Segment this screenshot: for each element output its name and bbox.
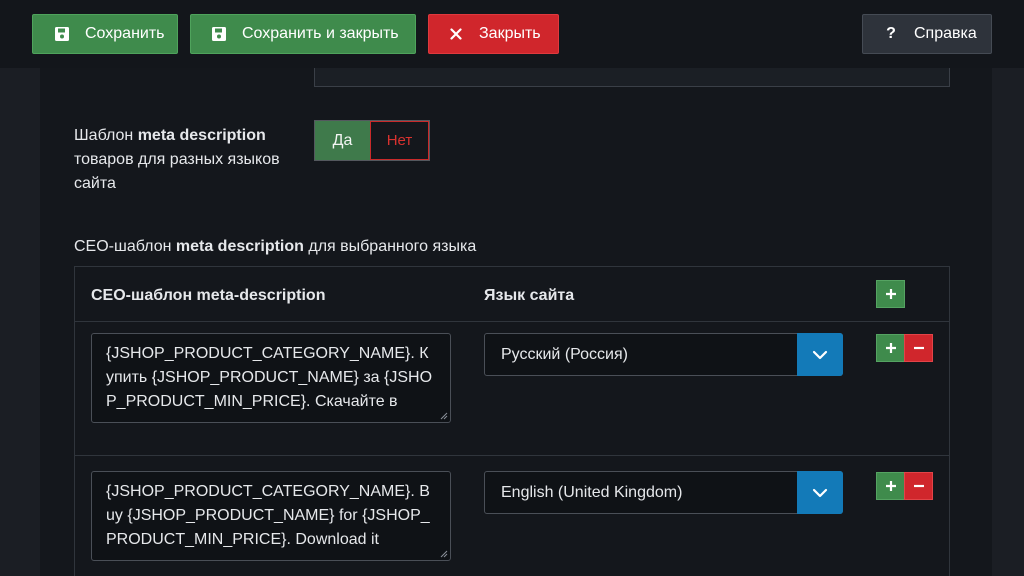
help-button-label: Справка (914, 25, 977, 42)
section-title-bold: meta description (175, 238, 304, 255)
x-icon (447, 25, 465, 43)
previous-textarea[interactable] (314, 68, 950, 87)
row-divider (75, 455, 949, 456)
minus-icon (913, 346, 924, 350)
toggle-no[interactable]: Нет (370, 121, 429, 160)
template-textarea[interactable]: {JSHOP_PRODUCT_CATEGORY_NAME}. Buy {JSHO… (91, 471, 451, 561)
section-title-text: СЕО-шаблон (74, 238, 176, 255)
help-button[interactable]: ? Справка (862, 14, 992, 54)
close-button-label: Закрыть (479, 25, 541, 42)
yes-no-toggle[interactable]: Да Нет (314, 120, 430, 161)
chevron-down-icon[interactable] (797, 471, 843, 514)
column-header-template: СЕО-шаблон meta-description (91, 287, 326, 304)
save-button[interactable]: Сохранить (32, 14, 178, 54)
section-title-rest: для выбранного языка (303, 238, 477, 255)
chevron-down-icon[interactable] (797, 333, 843, 376)
meta-description-multilang-label: Шаблон meta description товаров для разн… (74, 124, 304, 196)
resize-grip-icon[interactable] (440, 412, 448, 420)
add-row-button[interactable] (876, 280, 905, 308)
plus-icon (885, 343, 896, 353)
minus-icon (913, 484, 924, 488)
language-select[interactable]: English (United Kingdom) (484, 471, 843, 514)
toggle-yes[interactable]: Да (315, 121, 370, 160)
save-and-close-button[interactable]: Сохранить и закрыть (190, 14, 416, 54)
template-textarea[interactable]: {JSHOP_PRODUCT_CATEGORY_NAME}. Купить {J… (91, 333, 451, 423)
previous-field-label (74, 56, 184, 68)
plus-icon (885, 289, 896, 299)
template-text: {JSHOP_PRODUCT_CATEGORY_NAME}. Купить {J… (106, 345, 433, 410)
label-bold-text: meta description (137, 127, 266, 144)
section-title: СЕО-шаблон meta description для выбранно… (74, 238, 476, 256)
save-button-label: Сохранить (85, 25, 165, 42)
label-text-rest: товаров для разных языков сайта (74, 151, 280, 192)
language-select[interactable]: Русский (Россия) (484, 333, 843, 376)
language-select-value: English (United Kingdom) (501, 484, 683, 501)
remove-row-button[interactable] (904, 334, 933, 362)
add-row-button[interactable] (876, 472, 905, 500)
remove-row-button[interactable] (904, 472, 933, 500)
plus-icon (885, 481, 896, 491)
save-and-close-button-label: Сохранить и закрыть (242, 25, 399, 42)
floppy-disk-icon (210, 25, 228, 43)
resize-grip-icon[interactable] (440, 550, 448, 558)
question-mark-icon: ? (886, 25, 896, 42)
template-text: {JSHOP_PRODUCT_CATEGORY_NAME}. Buy {JSHO… (106, 483, 430, 548)
add-row-button[interactable] (876, 334, 905, 362)
column-header-language: Язык сайта (484, 287, 575, 304)
close-button[interactable]: Закрыть (428, 14, 559, 54)
table-header: СЕО-шаблон meta-description Язык сайта (75, 267, 949, 322)
floppy-disk-icon (53, 25, 71, 43)
language-select-value: Русский (Россия) (501, 346, 628, 363)
label-text: Шаблон (74, 127, 138, 144)
